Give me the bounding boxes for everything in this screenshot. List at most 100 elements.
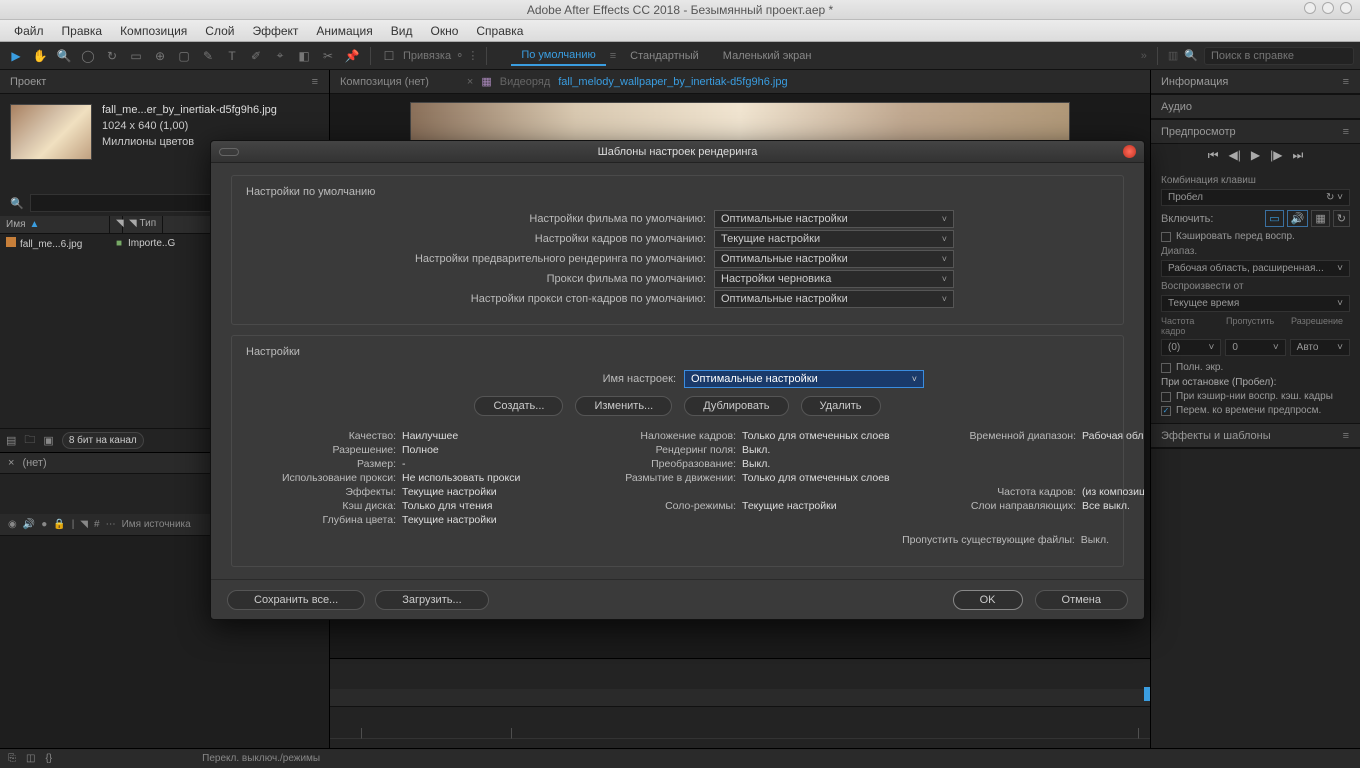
interpret-icon[interactable]: ▤ (6, 434, 16, 447)
audio-panel-title[interactable]: Аудио (1161, 101, 1192, 113)
close-tab-icon[interactable]: × (8, 457, 14, 469)
eye-icon[interactable]: ◉ (8, 519, 17, 530)
panel-menu-icon[interactable]: ≡ (1343, 430, 1350, 442)
status-icon[interactable]: ◫ (26, 753, 35, 764)
range-dropdown[interactable]: Рабочая область, расширенная...˅ (1161, 260, 1350, 277)
detail-value: Наилучшее (402, 430, 458, 442)
delete-button[interactable]: Удалить (801, 396, 881, 416)
prerender-default-select[interactable]: Оптимальные настройки˅ (714, 250, 954, 268)
cache-checkbox[interactable]: Кэшировать перед воспр. (1161, 231, 1350, 242)
audio-icon[interactable]: 🔊 (23, 519, 35, 530)
proxy-still-default-select[interactable]: Оптимальные настройки˅ (714, 290, 954, 308)
rotate-tool-icon[interactable]: ↻ (102, 46, 122, 66)
composition-tab[interactable]: Композиция (нет) (340, 76, 429, 88)
resolution-dropdown[interactable]: Авто˅ (1290, 339, 1350, 356)
clone-tool-icon[interactable]: ⌖ (270, 46, 290, 66)
include-video-icon[interactable]: ▭ (1265, 210, 1283, 227)
maximize-icon[interactable] (1322, 2, 1334, 14)
menu-edit[interactable]: Правка (54, 22, 111, 40)
dialog-titlebar[interactable]: Шаблоны настроек рендеринга (211, 141, 1144, 163)
fullscreen-checkbox[interactable]: Полн. экр. (1161, 362, 1350, 373)
roto-tool-icon[interactable]: ✂ (318, 46, 338, 66)
menu-composition[interactable]: Композиция (112, 22, 195, 40)
timeline-none: (нет) (22, 457, 46, 469)
frames-default-select[interactable]: Текущие настройки˅ (714, 230, 954, 248)
status-icon[interactable]: ⎘ (8, 753, 16, 764)
bpc-button[interactable]: 8 бит на канал (62, 432, 144, 449)
help-search-input[interactable] (1204, 47, 1354, 65)
minimize-icon[interactable] (1304, 2, 1316, 14)
edit-button[interactable]: Изменить... (575, 396, 672, 416)
camera-tool-icon[interactable]: ▭ (126, 46, 146, 66)
menu-effect[interactable]: Эффект (244, 22, 306, 40)
label-icon[interactable]: ◥ (80, 519, 88, 530)
zoom-tool-icon[interactable]: 🔍 (54, 46, 74, 66)
close-window-icon[interactable] (1340, 2, 1352, 14)
new-folder-icon[interactable]: 🗀 (24, 431, 35, 450)
selection-tool-icon[interactable]: ▶ (6, 46, 26, 66)
type-tool-icon[interactable]: T (222, 46, 242, 66)
movie-default-select[interactable]: Оптимальные настройки˅ (714, 210, 954, 228)
col-name[interactable]: Имя (6, 219, 25, 230)
load-button[interactable]: Загрузить... (375, 590, 488, 610)
pan-behind-tool-icon[interactable]: ⊕ (150, 46, 170, 66)
pen-tool-icon[interactable]: ✎ (198, 46, 218, 66)
menu-file[interactable]: Файл (6, 22, 52, 40)
duplicate-button[interactable]: Дублировать (684, 396, 788, 416)
workspace-small[interactable]: Маленький экран (713, 47, 822, 65)
effects-panel-title[interactable]: Эффекты и шаблоны (1161, 430, 1271, 442)
library-icon[interactable]: ▥ (1168, 49, 1178, 62)
menu-help[interactable]: Справка (468, 22, 531, 40)
close-icon[interactable] (1123, 145, 1136, 158)
save-all-button[interactable]: Сохранить все... (227, 590, 365, 610)
play-icon[interactable]: ▶ (1251, 148, 1260, 163)
solo-icon[interactable]: ● (41, 519, 47, 530)
fps-dropdown[interactable]: (0)˅ (1161, 339, 1221, 356)
preset-name-select[interactable]: Оптимальные настройки˅ (684, 370, 924, 388)
new-comp-icon[interactable]: ▣ (43, 434, 53, 447)
include-loop-icon[interactable]: ↻ (1333, 210, 1350, 227)
timeline-area[interactable]: | | | (330, 658, 1150, 748)
include-audio-icon[interactable]: 🔊 (1287, 210, 1309, 227)
status-icon[interactable]: {} (45, 753, 52, 764)
include-overlays-icon[interactable]: ▦ (1311, 210, 1329, 227)
move-time-checkbox[interactable]: ✓Перем. ко времени предпросм. (1161, 405, 1350, 416)
on-cache-checkbox[interactable]: При кэшир-нии воспр. кэш. кадры (1161, 391, 1350, 402)
ok-button[interactable]: OK (953, 590, 1023, 610)
last-frame-icon[interactable]: ⏭ (1292, 148, 1303, 163)
shape-tool-icon[interactable]: ▢ (174, 46, 194, 66)
menu-layer[interactable]: Слой (197, 22, 242, 40)
create-button[interactable]: Создать... (474, 396, 563, 416)
proxy-movie-default-label: Прокси фильма по умолчанию: (246, 273, 706, 285)
workspace-standard[interactable]: Стандартный (620, 47, 709, 65)
preview-panel-title[interactable]: Предпросмотр (1161, 126, 1236, 138)
first-frame-icon[interactable]: ⏮ (1208, 148, 1219, 163)
info-panel-title[interactable]: Информация (1161, 76, 1228, 88)
shortcut-dropdown[interactable]: Пробел↻ ˅ (1161, 189, 1350, 206)
puppet-tool-icon[interactable]: 📌 (342, 46, 362, 66)
workspace-default[interactable]: По умолчанию (511, 46, 605, 66)
panel-menu-icon[interactable]: ≡ (1343, 76, 1350, 88)
hand-tool-icon[interactable]: ✋ (30, 46, 50, 66)
col-type[interactable]: ◥ Тип (123, 216, 163, 233)
lock-icon[interactable]: 🔒 (53, 519, 65, 530)
source-name-col[interactable]: Имя источника (122, 519, 191, 530)
menu-view[interactable]: Вид (383, 22, 421, 40)
brush-tool-icon[interactable]: ✐ (246, 46, 266, 66)
panel-menu-icon[interactable]: ≡ (1343, 126, 1350, 138)
footage-filename[interactable]: fall_melody_wallpaper_by_inertiak-d5fg9h… (558, 76, 787, 88)
menu-animation[interactable]: Анимация (308, 22, 380, 40)
prev-frame-icon[interactable]: ◀| (1229, 148, 1241, 163)
play-from-dropdown[interactable]: Текущее время˅ (1161, 295, 1350, 312)
menu-window[interactable]: Окно (422, 22, 466, 40)
eraser-tool-icon[interactable]: ◧ (294, 46, 314, 66)
cancel-button[interactable]: Отмена (1035, 590, 1128, 610)
snap-checkbox[interactable]: ☐ (379, 46, 399, 66)
orbit-tool-icon[interactable]: ◯ (78, 46, 98, 66)
skip-dropdown[interactable]: 0˅ (1225, 339, 1285, 356)
proxy-movie-default-select[interactable]: Настройки черновика˅ (714, 270, 954, 288)
toggle-switches-hint[interactable]: Перекл. выключ./режимы (202, 753, 320, 764)
detail-key: Соло-режимы: (596, 500, 736, 512)
next-frame-icon[interactable]: |▶ (1270, 148, 1282, 163)
panel-menu-icon[interactable]: ≡ (312, 76, 319, 88)
